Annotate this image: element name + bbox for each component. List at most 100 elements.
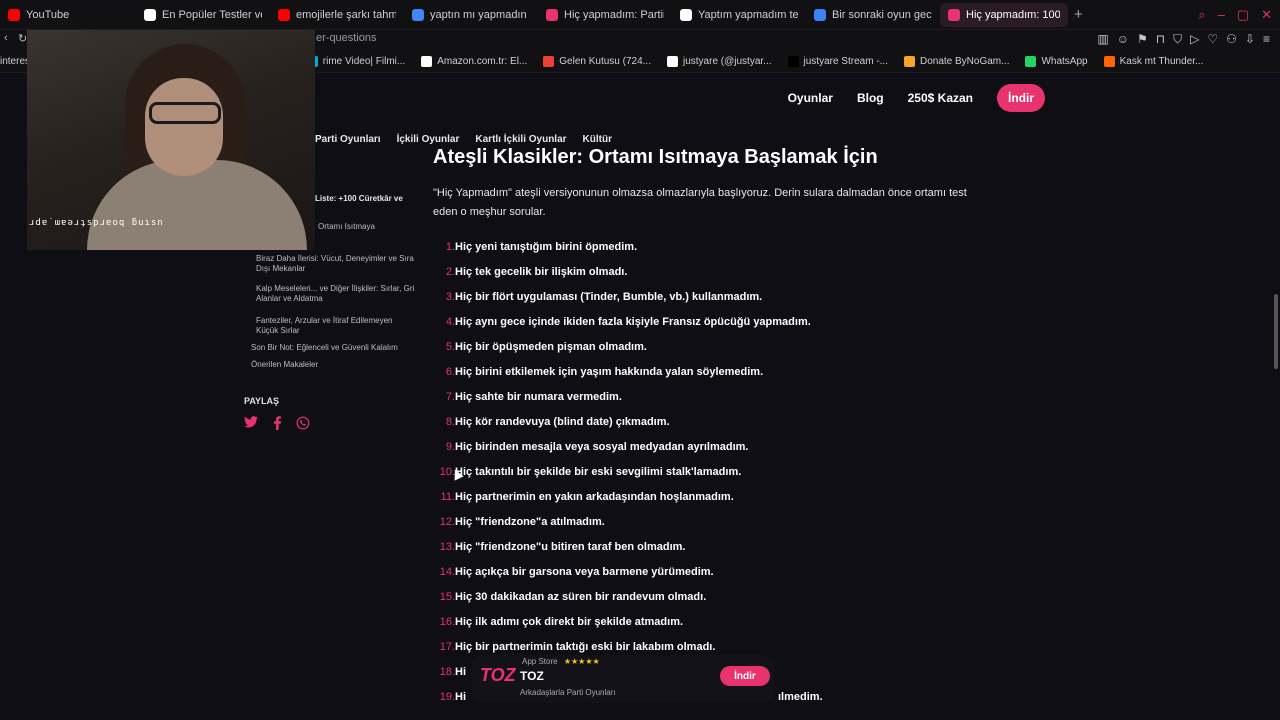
- list-item-number: 6.: [445, 365, 455, 378]
- nav-games[interactable]: Oyunlar: [788, 91, 833, 105]
- browser-tab[interactable]: yaptın mı yapmadın mı oy: [404, 3, 538, 27]
- list-item: 14. Hiç açıkça bir garsona veya barmene y…: [428, 559, 988, 584]
- emoji-icon[interactable]: ☺: [1117, 32, 1129, 47]
- whatsapp-icon[interactable]: [296, 416, 310, 430]
- browser-tab[interactable]: Yaptım yapmadım testi - C: [672, 3, 806, 27]
- app-logo: TOZ: [480, 665, 516, 685]
- list-item-number: 16.: [439, 615, 455, 628]
- toc-link[interactable]: Liste: +100 Cüretkâr ve: [315, 194, 415, 204]
- list-item-number: 15.: [439, 590, 455, 603]
- reload-icon[interactable]: ↻: [18, 32, 27, 45]
- play-icon[interactable]: ▷: [1190, 32, 1199, 47]
- close-icon[interactable]: ✕: [1261, 7, 1272, 23]
- browser-tab[interactable]: Hiç yapmadım: Partini coş: [538, 3, 672, 27]
- bookmark-label: Amazon.com.tr: El...: [437, 55, 528, 67]
- download-icon[interactable]: ⇩: [1245, 32, 1255, 47]
- browser-tab[interactable]: emojilerle şarkı tahmin et: [270, 3, 404, 27]
- sidebar-icon[interactable]: ▥: [1097, 32, 1108, 47]
- list-item-text: Hiç aynı gece içinde ikiden fazla kişiyl…: [455, 315, 811, 328]
- category-link[interactable]: Kartlı İçkili Oyunlar: [475, 134, 566, 145]
- toc-link[interactable]: Önerilen Makaleler: [251, 360, 411, 370]
- list-item-text: Hiç birini etkilemek için yaşım hakkında…: [455, 365, 764, 378]
- minimize-icon[interactable]: –: [1218, 7, 1225, 23]
- list-item-text: Hiç "friendzone"u bitiren taraf ben olma…: [455, 540, 686, 553]
- list-item-text: Hiç tek gecelik bir ilişkim olmadı.: [455, 265, 628, 278]
- bookmark-item[interactable]: Kask mt Thunder...: [1103, 55, 1203, 67]
- list-item-text: Hiç yeni tanıştığım birini öpmedim.: [455, 240, 638, 253]
- bookmark-favicon-icon: [667, 55, 678, 67]
- new-tab-icon[interactable]: +: [1068, 6, 1089, 23]
- tab-favicon-icon: [814, 8, 826, 21]
- list-item-text: Hiç "friendzone"a atılmadım.: [455, 515, 605, 528]
- list-item: 6. Hiç birini etkilemek için yaşım hakkın…: [428, 359, 988, 384]
- list-item: 3. Hiç bir flört uygulaması (Tinder, Bumb…: [428, 284, 988, 309]
- bookmark-item[interactable]: Amazon.com.tr: El...: [421, 55, 528, 67]
- tab-favicon-icon: [412, 8, 424, 21]
- bookmark-item[interactable]: WhatsApp: [1025, 55, 1088, 67]
- streamer-face: [145, 78, 223, 176]
- list-item-number: 1.: [445, 240, 455, 253]
- toc-link[interactable]: Ortamı Isıtmaya: [318, 222, 478, 232]
- bookmark-label: Gelen Kutusu (724...: [559, 55, 651, 67]
- toc-link[interactable]: Fanteziler, Arzular ve İtiraf Edilemeyen…: [256, 316, 416, 336]
- toc-link[interactable]: Biraz Daha İlerisi: Vücut, Deneyimler ve…: [256, 254, 416, 274]
- app-download-button[interactable]: İndir: [720, 666, 770, 686]
- nav-earn[interactable]: 250$ Kazan: [908, 91, 973, 105]
- profile-icon[interactable]: ⚇: [1226, 32, 1237, 47]
- pin-icon[interactable]: ⊓: [1156, 32, 1165, 47]
- bookmark-item[interactable]: justyare Stream -...: [787, 55, 888, 67]
- list-item: 7. Hiç sahte bir numara vermedim.: [428, 384, 988, 409]
- maximize-icon[interactable]: ▢: [1237, 7, 1249, 23]
- list-item-text: Hiç sahte bir numara vermedim.: [455, 390, 622, 403]
- tab-title: emojilerle şarkı tahmin et: [296, 8, 396, 21]
- bookmark-label: Donate ByNoGam...: [919, 55, 1010, 67]
- bookmark-item[interactable]: Gelen Kutusu (724...: [543, 55, 651, 67]
- shield-icon[interactable]: ⛉: [1173, 32, 1182, 47]
- facebook-icon[interactable]: [270, 416, 284, 430]
- tab-favicon-icon: [278, 8, 290, 21]
- app-store-label: App Store ★★★★★: [522, 657, 600, 666]
- browser-tab[interactable]: En Popüler Testler ve Eğl: [136, 3, 270, 27]
- toc-link[interactable]: Son Bir Not: Eğlenceli ve Güvenli Kalalı…: [251, 343, 411, 353]
- browser-tab[interactable]: Hiç yapmadım: 100 ateşli s: [940, 2, 1068, 27]
- list-item-number: 2.: [445, 265, 455, 278]
- list-item-text: Hi: [455, 690, 466, 703]
- category-link[interactable]: Parti Oyunları: [315, 134, 381, 145]
- bookmark-label: WhatsApp: [1041, 55, 1088, 67]
- browser-tab[interactable]: YouTube: [0, 3, 136, 27]
- list-item: 16. Hiç ilk adımı çok direkt bir şekilde …: [428, 609, 988, 634]
- webcam-overlay: ɹdɐ˙ɯɐǝɹʇspɹɐoq ƃuısn: [27, 30, 315, 250]
- bookmark-favicon-icon: [1025, 55, 1037, 67]
- twitter-icon[interactable]: [244, 416, 258, 430]
- list-item-number: 7.: [445, 390, 455, 403]
- nav-download-button[interactable]: İndir: [997, 84, 1045, 112]
- window-controls: ⌕ – ▢ ✕: [1198, 7, 1272, 23]
- back-icon[interactable]: ‹: [4, 32, 8, 44]
- section-intro: "Hiç Yapmadım" ateşli versiyonunun olmaz…: [433, 187, 967, 219]
- list-item-number: 17.: [439, 640, 455, 653]
- tab-title: YouTube: [26, 8, 70, 21]
- list-item: 8. Hiç kör randevuya (blind date) çıkmadı…: [428, 409, 988, 434]
- tab-favicon-icon: [948, 8, 960, 21]
- list-item-number: 3.: [445, 290, 455, 303]
- bookmark-item[interactable]: justyare (@justyar...: [667, 55, 772, 67]
- app-install-popup: TOZ App Store ★★★★★ TOZ Arkadaşlarla Par…: [472, 655, 774, 703]
- url-text[interactable]: er-questions: [316, 32, 377, 44]
- category-link[interactable]: İçkili Oyunlar: [397, 134, 460, 145]
- tab-title: Hiç yapmadım: Partini coş: [564, 8, 664, 21]
- category-link[interactable]: Kültür: [583, 134, 612, 145]
- list-item: 1. Hiç yeni tanıştığım birini öpmedim.: [428, 234, 988, 259]
- menu-icon[interactable]: ≡: [1263, 32, 1270, 47]
- bookmark-item[interactable]: Donate ByNoGam...: [903, 55, 1010, 67]
- bookmark-icon[interactable]: ⚑: [1137, 32, 1148, 47]
- bookmark-item[interactable]: rime Video| Filmi...: [306, 55, 405, 67]
- page-scrollbar[interactable]: [1274, 294, 1278, 369]
- search-icon[interactable]: ⌕: [1198, 7, 1205, 23]
- bookmark-favicon-icon: [787, 55, 799, 67]
- nav-blog[interactable]: Blog: [857, 91, 884, 105]
- toc-link[interactable]: Kalp Meseleleri... ve Diğer İlişkiler: S…: [256, 284, 416, 304]
- heart-icon[interactable]: ♡: [1207, 32, 1218, 47]
- list-item-text: Hiç kör randevuya (blind date) çıkmadım.: [455, 415, 670, 428]
- browser-tab[interactable]: Bir sonraki oyun geceniz i: [806, 3, 940, 27]
- list-item-number: 8.: [445, 415, 455, 428]
